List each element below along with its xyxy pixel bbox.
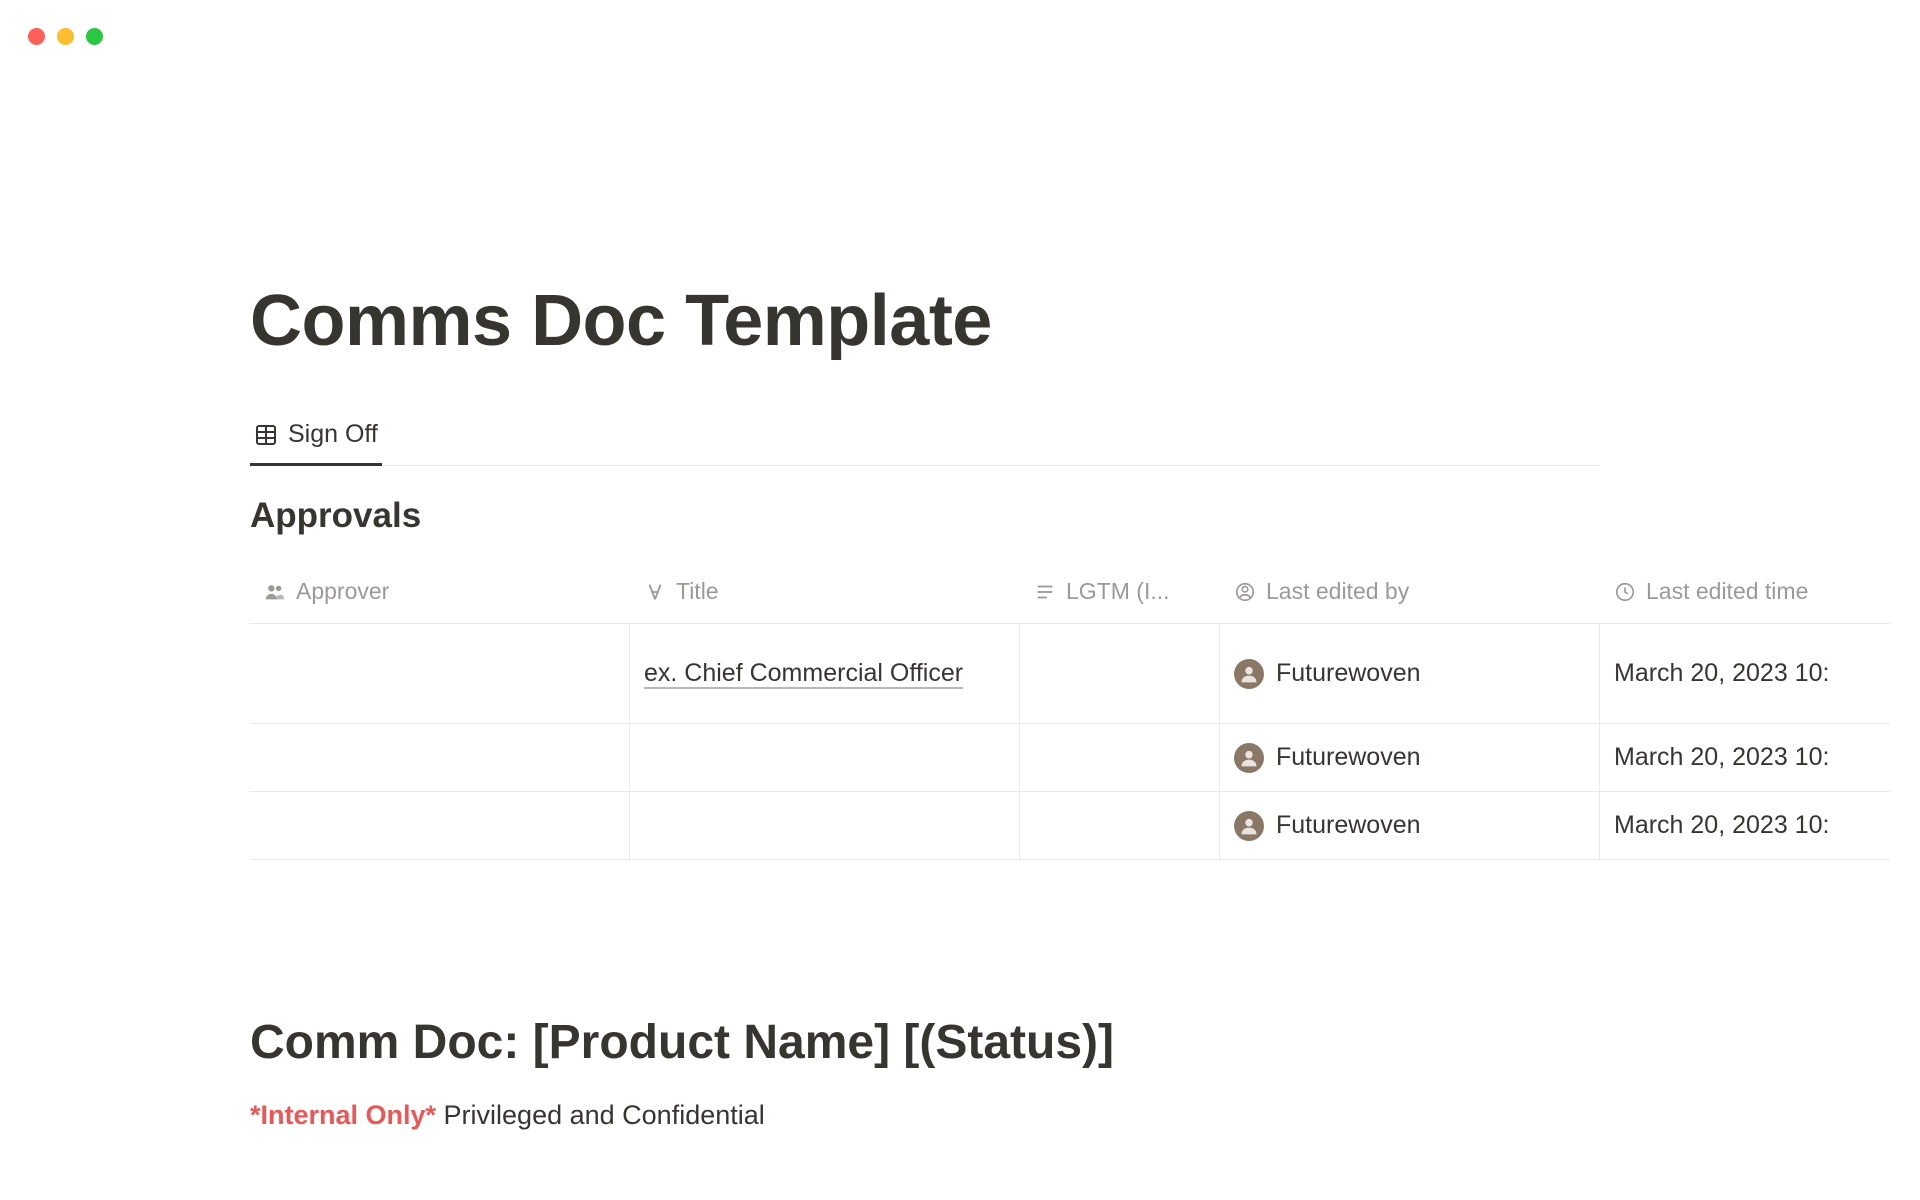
column-header-last-edited-time[interactable]: Last edited time bbox=[1600, 568, 1890, 615]
cell-lgtm[interactable] bbox=[1020, 624, 1220, 723]
approvals-table: Approver Title LGTM (I... bbox=[250, 568, 1890, 860]
internal-only-tag: *Internal Only* bbox=[250, 1100, 436, 1130]
maximize-window-button[interactable] bbox=[86, 28, 103, 45]
cell-last-edited-by[interactable]: Futurewoven bbox=[1220, 724, 1600, 791]
minimize-window-button[interactable] bbox=[57, 28, 74, 45]
cell-lgtm[interactable] bbox=[1020, 724, 1220, 791]
column-label: Last edited time bbox=[1646, 578, 1808, 605]
classification-line[interactable]: *Internal Only* Privileged and Confident… bbox=[250, 1100, 1920, 1131]
table-icon bbox=[254, 423, 278, 447]
cell-title[interactable] bbox=[630, 724, 1020, 791]
section-title-approvals: Approvals bbox=[250, 496, 1920, 536]
table-row[interactable]: Futurewoven March 20, 2023 10: bbox=[250, 792, 1890, 860]
title-link[interactable]: ex. Chief Commercial Officer bbox=[644, 655, 963, 693]
cell-last-edited-by[interactable]: Futurewoven bbox=[1220, 792, 1600, 859]
cell-last-edited-time[interactable]: March 20, 2023 10: bbox=[1600, 792, 1890, 859]
column-label: Title bbox=[676, 578, 719, 605]
classification-text: Privileged and Confidential bbox=[436, 1100, 765, 1130]
user-name: Futurewoven bbox=[1276, 659, 1421, 688]
column-label: Last edited by bbox=[1266, 578, 1409, 605]
column-header-lgtm[interactable]: LGTM (I... bbox=[1020, 568, 1220, 615]
cell-last-edited-time[interactable]: March 20, 2023 10: bbox=[1600, 624, 1890, 723]
doc-heading[interactable]: Comm Doc: [Product Name] [(Status)] bbox=[250, 1015, 1920, 1070]
person-silhouette-icon bbox=[1239, 664, 1259, 684]
tab-label: Sign Off bbox=[288, 420, 378, 449]
cell-last-edited-time[interactable]: March 20, 2023 10: bbox=[1600, 724, 1890, 791]
avatar bbox=[1234, 743, 1264, 773]
people-icon bbox=[264, 581, 286, 603]
column-header-title[interactable]: Title bbox=[630, 568, 1020, 615]
avatar bbox=[1234, 659, 1264, 689]
avatar bbox=[1234, 811, 1264, 841]
cell-title[interactable] bbox=[630, 792, 1020, 859]
table-row[interactable]: ex. Chief Commercial Officer Futurewoven… bbox=[250, 624, 1890, 724]
cell-lgtm[interactable] bbox=[1020, 792, 1220, 859]
person-silhouette-icon bbox=[1239, 748, 1259, 768]
cell-approver[interactable] bbox=[250, 724, 630, 791]
user-name: Futurewoven bbox=[1276, 743, 1421, 772]
tabs-bar: Sign Off bbox=[250, 420, 1600, 466]
lines-icon bbox=[1034, 581, 1056, 603]
clock-icon bbox=[1614, 581, 1636, 603]
person-icon bbox=[1234, 581, 1256, 603]
page-content: Comms Doc Template Sign Off Approvals bbox=[0, 0, 1920, 1131]
cell-last-edited-by[interactable]: Futurewoven bbox=[1220, 624, 1600, 723]
person-silhouette-icon bbox=[1239, 816, 1259, 836]
column-header-last-edited-by[interactable]: Last edited by bbox=[1220, 568, 1600, 615]
column-label: LGTM (I... bbox=[1066, 578, 1170, 605]
text-icon bbox=[644, 581, 666, 603]
tab-sign-off[interactable]: Sign Off bbox=[250, 420, 382, 466]
close-window-button[interactable] bbox=[28, 28, 45, 45]
user-name: Futurewoven bbox=[1276, 811, 1421, 840]
table-row[interactable]: Futurewoven March 20, 2023 10: bbox=[250, 724, 1890, 792]
cell-approver[interactable] bbox=[250, 624, 630, 723]
window-controls bbox=[28, 28, 103, 45]
page-title[interactable]: Comms Doc Template bbox=[250, 280, 1920, 362]
table-header: Approver Title LGTM (I... bbox=[250, 568, 1890, 624]
cell-approver[interactable] bbox=[250, 792, 630, 859]
column-label: Approver bbox=[296, 578, 389, 605]
column-header-approver[interactable]: Approver bbox=[250, 568, 630, 615]
cell-title[interactable]: ex. Chief Commercial Officer bbox=[630, 624, 1020, 723]
